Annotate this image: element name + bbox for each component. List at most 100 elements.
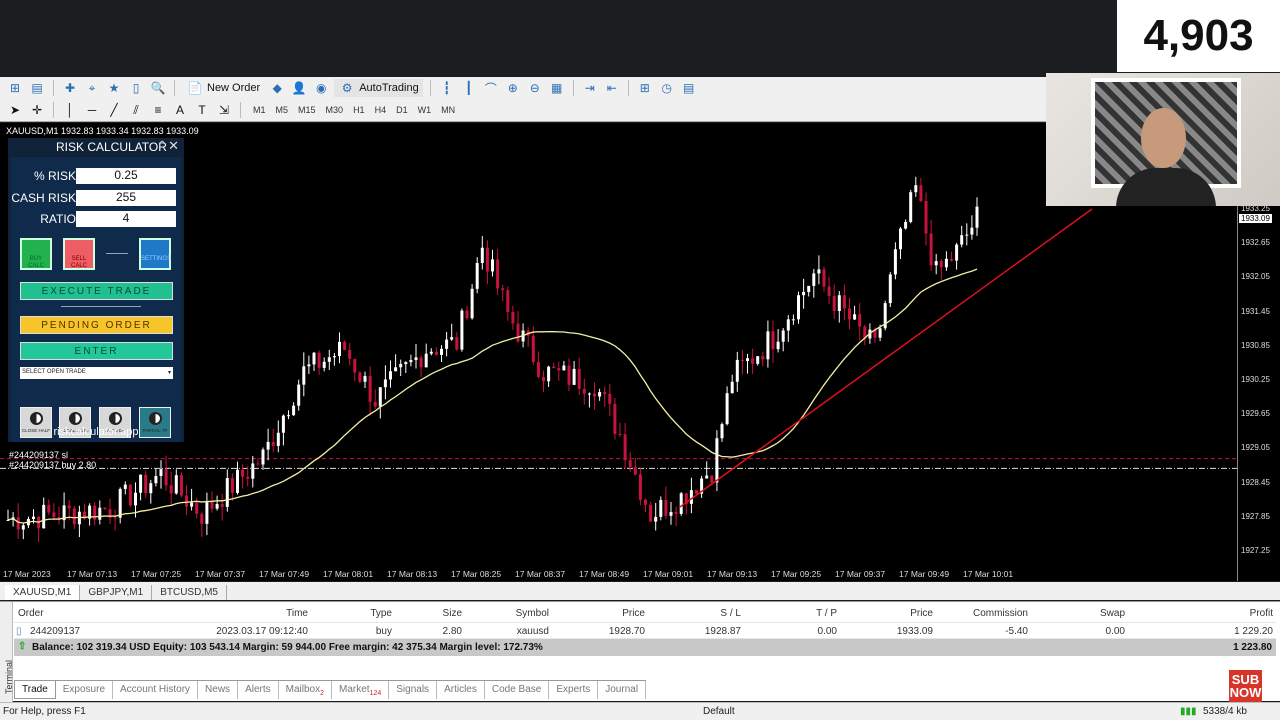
navigator-icon[interactable]: ★ — [105, 80, 123, 96]
time-label: 17 Mar 08:13 — [387, 569, 438, 579]
column-header[interactable]: Symbol — [516, 608, 549, 619]
ratio-input[interactable]: 4 — [76, 211, 176, 227]
column-header[interactable]: Price — [910, 608, 933, 619]
tab-trade[interactable]: Trade — [14, 681, 56, 699]
column-header[interactable]: Price — [622, 608, 645, 619]
new-chart-icon[interactable]: ⊞ — [6, 80, 24, 96]
tab-code-base[interactable]: Code Base — [485, 681, 550, 699]
timeframe-h4[interactable]: H4 — [370, 105, 392, 115]
new-order-button[interactable]: 📄 New Order — [182, 79, 264, 97]
candle-body — [144, 474, 148, 494]
settings-button[interactable]: SETTINGS — [139, 238, 171, 270]
cash-risk-input[interactable]: 255 — [76, 190, 176, 206]
arrows-icon[interactable]: ⇲ — [215, 102, 233, 118]
sell-calc-button[interactable]: SELL CALC — [63, 238, 95, 270]
templates-icon[interactable]: ▤ — [680, 80, 698, 96]
bar-chart-icon[interactable]: ┇ — [438, 80, 456, 96]
webcam-overlay — [1046, 73, 1280, 206]
tab-articles[interactable]: Articles — [437, 681, 485, 699]
tab-exposure[interactable]: Exposure — [56, 681, 114, 699]
timeframe-m1[interactable]: M1 — [248, 105, 271, 115]
close-icon[interactable]: ˆ ✕ — [160, 138, 179, 154]
candle-body — [113, 517, 117, 519]
text-label-icon[interactable]: T — [193, 102, 211, 118]
cursor-icon[interactable]: ➤ — [6, 102, 24, 118]
tab-journal[interactable]: Journal — [598, 681, 647, 699]
candle-body — [812, 273, 816, 286]
timeframe-d1[interactable]: D1 — [391, 105, 413, 115]
autoscroll-icon[interactable]: ⇥ — [581, 80, 599, 96]
enter-button[interactable]: ENTER — [20, 342, 173, 360]
risk-input[interactable]: 0.25 — [76, 168, 176, 184]
tab-signals[interactable]: Signals — [389, 681, 438, 699]
fibonacci-icon[interactable]: ≡ — [149, 102, 167, 118]
candle-body — [638, 474, 642, 500]
table-row[interactable]: 244209137 2023.03.17 09:12:40 buy 2.80 xauus… — [14, 622, 1280, 639]
tab-news[interactable]: News — [198, 681, 239, 699]
column-header[interactable]: S / L — [720, 608, 741, 619]
column-header[interactable]: Size — [443, 608, 462, 619]
trendline-icon[interactable]: ╱ — [105, 102, 123, 118]
periods-icon[interactable]: ◷ — [658, 80, 676, 96]
execute-trade-button[interactable]: EXECUTE TRADE — [20, 282, 173, 300]
tab-account-history[interactable]: Account History — [113, 681, 199, 699]
column-header[interactable]: Profit — [1250, 608, 1273, 619]
table-cell: 1 229.20 — [1234, 626, 1273, 637]
column-header[interactable]: Type — [370, 608, 392, 619]
profiles-icon[interactable]: ▤ — [28, 80, 46, 96]
candle-body — [746, 358, 749, 361]
column-header[interactable]: T / P — [816, 608, 837, 619]
channel-icon[interactable]: ⫽ — [127, 102, 145, 118]
candle-body — [939, 261, 943, 268]
buy-calc-button[interactable]: BUY CALC — [20, 238, 52, 270]
tab-market[interactable]: Market124 — [332, 681, 390, 699]
terminal-tabs: Trade Exposure Account History News Alerts Ma… — [14, 680, 647, 699]
timeframe-m5[interactable]: M5 — [271, 105, 294, 115]
indicators-icon[interactable]: ⊞ — [636, 80, 654, 96]
tile-windows-icon[interactable]: ▦ — [548, 80, 566, 96]
terminal-icon[interactable]: ▯ — [127, 80, 145, 96]
tab-mailbox[interactable]: Mailbox2 — [279, 681, 332, 699]
chart-tab[interactable]: GBPJPY,M1 — [80, 585, 153, 600]
tab-experts[interactable]: Experts — [549, 681, 599, 699]
candle-body — [756, 356, 760, 364]
timeframe-mn[interactable]: MN — [436, 105, 460, 115]
candle-body — [786, 319, 790, 331]
community-icon[interactable]: 👤 — [290, 80, 308, 96]
chart-shift-icon[interactable]: ⇤ — [603, 80, 621, 96]
candle-body — [185, 495, 188, 507]
candle-body — [797, 295, 800, 320]
chart-tab[interactable]: BTCUSD,M5 — [152, 585, 227, 600]
column-header[interactable]: Time — [286, 608, 308, 619]
tester-icon[interactable]: 🔍 — [149, 80, 167, 96]
crosshair-icon[interactable]: ✛ — [28, 102, 46, 118]
metaeditor-icon[interactable]: ◆ — [268, 80, 286, 96]
vertical-line-icon[interactable]: │ — [61, 102, 79, 118]
timeframe-m30[interactable]: M30 — [321, 105, 349, 115]
column-header[interactable]: Swap — [1100, 608, 1125, 619]
zoom-out-icon[interactable]: ⊖ — [526, 80, 544, 96]
horizontal-line-icon[interactable]: ─ — [83, 102, 101, 118]
data-window-icon[interactable]: ⌖ — [83, 80, 101, 96]
market-watch-icon[interactable]: ✚ — [61, 80, 79, 96]
candle-body — [149, 483, 153, 494]
timeframe-w1[interactable]: W1 — [413, 105, 437, 115]
candle-body — [297, 384, 301, 406]
timeframe-m15[interactable]: M15 — [293, 105, 321, 115]
text-icon[interactable]: A — [171, 102, 189, 118]
signals-icon[interactable]: ◉ — [312, 80, 330, 96]
column-header[interactable]: Commission — [973, 608, 1028, 619]
select-open-trade-dropdown[interactable]: SELECT OPEN TRADE ▾ — [20, 367, 173, 379]
pending-order-button[interactable]: PENDING ORDER — [20, 316, 173, 334]
candlestick-icon[interactable]: ┃ — [460, 80, 478, 96]
autotrading-button[interactable]: ⚙ AutoTrading — [334, 79, 423, 97]
candle-body — [720, 424, 724, 439]
tab-label: Exposure — [62, 684, 106, 695]
line-chart-icon[interactable]: ⌒ — [482, 80, 500, 96]
timeframe-h1[interactable]: H1 — [348, 105, 370, 115]
column-header[interactable]: Order — [18, 608, 44, 619]
candle-body — [593, 393, 596, 397]
zoom-in-icon[interactable]: ⊕ — [504, 80, 522, 96]
tab-alerts[interactable]: Alerts — [238, 681, 279, 699]
chart-tab[interactable]: XAUUSD,M1 — [5, 585, 81, 600]
